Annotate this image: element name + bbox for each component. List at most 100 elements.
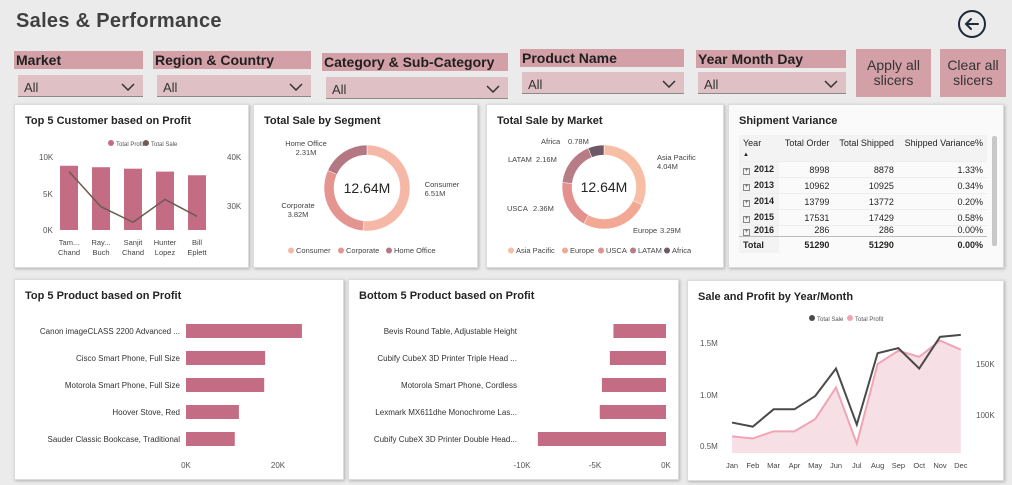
legend-swatch — [847, 315, 853, 321]
legend-sale: Total Sale — [151, 142, 178, 148]
legend-swatch — [630, 247, 636, 254]
chevron-down-icon — [121, 83, 135, 91]
legend-label: Europe — [570, 246, 594, 255]
shipment-table: Year ▲ Total Order Total Shipped Shipped … — [739, 135, 987, 253]
x-tick-label: Sep — [892, 461, 905, 470]
x-tick-label: Sanjit — [124, 238, 144, 247]
y2-tick: 150K — [976, 360, 995, 369]
category-label: Lexmark MX611dhe Monochrome Las... — [375, 408, 517, 417]
top5-customer-chart: Total Profit Total Sale 10K 5K 0K 40K 30… — [39, 140, 242, 257]
x-tick-label: Ray... — [91, 238, 110, 247]
slice-value: 0.78M — [568, 137, 589, 146]
slice-value: 2.31M — [296, 148, 317, 157]
chevron-down-icon — [289, 83, 303, 91]
table-header-row: Year ▲ Total Order Total Shipped Shipped … — [739, 135, 987, 162]
category-label: Hoover Stove, Red — [112, 408, 180, 417]
x-tick-label: Buch — [92, 248, 109, 257]
legend-label: Corporate — [346, 246, 379, 255]
product-dropdown[interactable]: All — [522, 72, 684, 94]
slice-label: Asia Pacific — [657, 153, 696, 162]
chevron-down-icon — [486, 85, 500, 93]
legend-label: Africa — [672, 246, 692, 255]
slicer-market[interactable]: Market All — [14, 51, 143, 97]
slice-label: Africa — [541, 137, 561, 146]
col-total-shipped[interactable]: Total Shipped — [833, 135, 898, 162]
segment-donut-chart: 12.64M Home Office 2.31M Corporate 3.82M… — [281, 139, 459, 255]
x-tick-label: Jul — [852, 461, 862, 470]
x-tick: 20K — [271, 461, 286, 470]
category-dropdown[interactable]: All — [326, 77, 508, 99]
legend-swatch — [562, 247, 568, 254]
legend-swatch — [288, 247, 294, 254]
legend-label: Home Office — [394, 246, 436, 255]
donut-slice — [327, 144, 368, 175]
slicer-label: Year Month Day — [696, 50, 846, 68]
category-label: Cubify CubeX 3D Printer Double Head... — [374, 435, 517, 444]
legend-sale: Total Sale — [817, 317, 844, 323]
date-dropdown[interactable]: All — [698, 72, 846, 94]
legend-label: USCA — [606, 246, 627, 255]
apply-all-slicers-button[interactable]: Apply all slicers — [856, 49, 931, 97]
slicer-category[interactable]: Category & Sub-Category All — [322, 51, 508, 99]
slicer-year-month-day[interactable]: Year Month Day All — [696, 50, 846, 96]
x-tick-label: Chand — [122, 248, 144, 257]
x-tick-label: Apr — [789, 461, 801, 470]
legend-swatch — [598, 247, 604, 254]
donut-center-value: 12.64M — [581, 179, 628, 195]
dropdown-value: All — [24, 80, 39, 95]
col-total-order[interactable]: Total Order — [779, 135, 834, 162]
slice-value: 2.36M — [533, 204, 554, 213]
top5-product-chart: Canon imageCLASS 2200 Advanced ... Cisco … — [40, 324, 302, 470]
x-tick-label: Dec — [954, 461, 968, 470]
slice-value: 6.51M — [425, 189, 446, 198]
x-tick-label: Lopez — [155, 248, 176, 257]
shipment-variance-card: Shipment Variance Year ▲ Total Order Tota… — [728, 104, 1004, 268]
bottom5-product-card: Bottom 5 Product based on Profit Bevis R… — [348, 279, 679, 480]
table-scrollbar[interactable] — [992, 136, 997, 246]
market-dropdown[interactable]: All — [18, 75, 143, 97]
legend-swatch — [338, 247, 344, 254]
bar — [186, 351, 266, 365]
legend-profit: Total Profit — [116, 142, 145, 148]
x-tick-label: Oct — [913, 461, 926, 470]
x-tick-label: Mar — [767, 461, 780, 470]
legend-swatch — [508, 247, 514, 254]
dropdown-value: All — [704, 77, 719, 92]
slicer-label: Market — [14, 51, 143, 69]
chevron-down-icon — [824, 80, 838, 88]
y-tick: 5K — [43, 190, 53, 199]
back-arrow-icon[interactable] — [957, 9, 987, 39]
slicer-product-name[interactable]: Product Name All — [520, 49, 684, 95]
bar — [537, 432, 666, 446]
expand-icon[interactable]: + — [743, 168, 750, 175]
expand-icon[interactable]: + — [743, 184, 750, 191]
table-row: +2013 10962 10925 0.34% — [739, 177, 987, 194]
expand-icon[interactable]: + — [743, 200, 750, 207]
table-row: +2012 8998 8878 1.33% — [739, 161, 987, 178]
chevron-down-icon — [662, 80, 676, 88]
slicer-region-country[interactable]: Region & Country All — [153, 51, 311, 97]
clear-all-slicers-button[interactable]: Clear all slicers — [940, 49, 1006, 97]
x-tick: -5K — [589, 461, 602, 470]
bar-profit — [60, 165, 78, 230]
bar — [599, 405, 666, 419]
segment-card: Total Sale by Segment 12.64M Home Office… — [253, 104, 478, 268]
page-title: Sales & Performance — [16, 10, 222, 32]
region-dropdown[interactable]: All — [157, 75, 311, 97]
category-label: Bevis Round Table, Adjustable Height — [384, 327, 518, 336]
col-year[interactable]: Year ▲ — [739, 135, 780, 162]
legend-swatch — [664, 247, 670, 254]
x-tick-label: Eplett — [187, 248, 207, 257]
x-tick-label: Tam... — [59, 238, 79, 247]
col-shipped-variance[interactable]: Shipped Variance% — [897, 135, 987, 162]
expand-icon[interactable]: + — [743, 229, 750, 236]
table-title: Shipment Variance — [739, 115, 838, 127]
slice-label: LATAM — [508, 155, 532, 164]
x-tick-label: May — [808, 461, 822, 470]
x-tick-label: Jan — [726, 461, 738, 470]
expand-icon[interactable]: + — [743, 216, 750, 223]
legend-label: Consumer — [296, 246, 331, 255]
bar — [601, 378, 666, 392]
legend-swatch — [809, 315, 815, 321]
sale-profit-card: Sale and Profit by Year/Month Total Sale… — [687, 280, 1004, 481]
